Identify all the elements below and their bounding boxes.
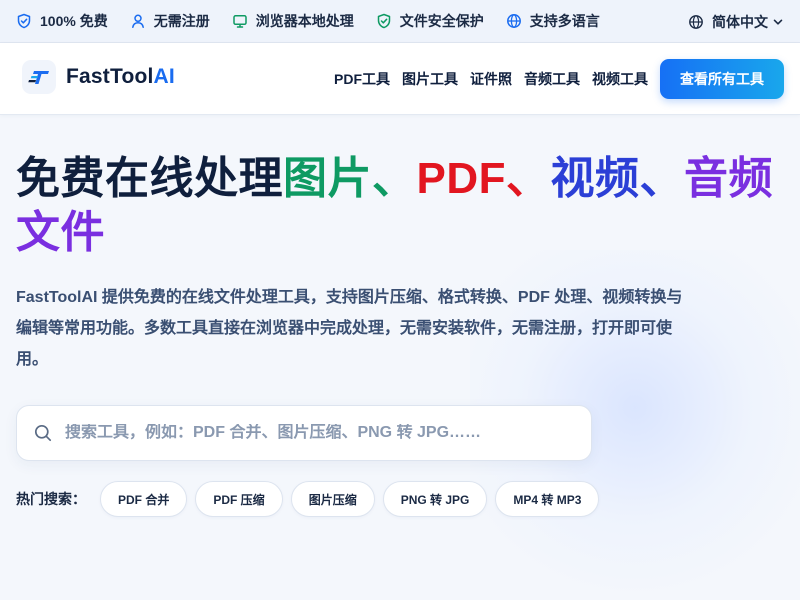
chevron-down-icon bbox=[773, 19, 783, 25]
nav-link-video-tools[interactable]: 视频工具 bbox=[592, 69, 648, 89]
nav-link-image-tools[interactable]: 图片工具 bbox=[402, 69, 458, 89]
logo-text-accent: AI bbox=[153, 65, 175, 88]
feature-label: 支持多语言 bbox=[529, 13, 600, 29]
view-all-tools-button[interactable]: 查看所有工具 bbox=[660, 59, 784, 99]
hot-search-chip[interactable]: PNG 转 JPG bbox=[382, 481, 488, 517]
nav-link-pdf-tools[interactable]: PDF工具 bbox=[334, 69, 390, 89]
hero-title-separator: 、 bbox=[372, 154, 417, 203]
hot-search-chip[interactable]: 图片压缩 bbox=[290, 481, 375, 517]
feature-bar: 100% 免费 无需注册 浏览器本地处理 文件安全保护 支持多语言 简体中文 bbox=[0, 0, 800, 43]
hot-search-chip[interactable]: MP4 转 MP3 bbox=[495, 481, 600, 517]
hot-searches-label: 热门搜索： bbox=[16, 491, 86, 507]
nav-link-audio-tools[interactable]: 音频工具 bbox=[524, 69, 580, 89]
hero-title-prefix: 免费在线处理 bbox=[16, 154, 283, 203]
logo-mark-icon bbox=[22, 60, 56, 94]
hot-search-chip[interactable]: PDF 压缩 bbox=[195, 481, 283, 517]
feature-local-processing: 浏览器本地处理 bbox=[232, 11, 354, 31]
language-label: 简体中文 bbox=[712, 13, 768, 30]
hero-title: 免费在线处理图片、PDF、视频、音频文件 bbox=[16, 152, 786, 260]
feature-label: 文件安全保护 bbox=[399, 13, 484, 29]
feature-label: 无需注册 bbox=[153, 13, 210, 29]
hero-title-separator: 、 bbox=[506, 154, 551, 203]
hero-description: FastToolAI 提供免费的在线文件处理工具，支持图片压缩、格式转换、PDF… bbox=[16, 289, 683, 368]
monitor-icon bbox=[232, 15, 247, 28]
nav-links: PDF工具 图片工具 证件照 音频工具 视频工具 bbox=[334, 43, 660, 115]
hero-title-images: 图片 bbox=[283, 154, 372, 203]
logo-text: FastToolAI bbox=[66, 65, 175, 89]
feature-free: 100% 免费 bbox=[16, 11, 108, 31]
language-selector[interactable]: 简体中文 bbox=[688, 0, 784, 43]
search-box[interactable] bbox=[16, 405, 592, 461]
globe-icon bbox=[506, 14, 521, 28]
feature-label: 100% 免费 bbox=[40, 13, 108, 29]
feature-file-security: 文件安全保护 bbox=[376, 11, 484, 31]
globe-icon bbox=[689, 14, 703, 29]
search-input[interactable] bbox=[65, 424, 565, 442]
logo-text-main: FastTool bbox=[66, 65, 154, 88]
hot-searches: 热门搜索： PDF 合并 PDF 压缩 图片压缩 PNG 转 JPG MP4 转… bbox=[16, 481, 607, 517]
hot-search-chip[interactable]: PDF 合并 bbox=[100, 481, 188, 517]
hero-title-video: 视频 bbox=[550, 154, 640, 203]
user-icon bbox=[131, 14, 144, 29]
shield-check-icon bbox=[17, 13, 31, 29]
feature-no-register: 无需注册 bbox=[130, 11, 210, 31]
site-logo[interactable]: FastToolAI bbox=[22, 60, 175, 94]
hero-title-pdf: PDF bbox=[416, 154, 506, 203]
search-icon bbox=[34, 424, 52, 442]
feature-label: 浏览器本地处理 bbox=[255, 13, 354, 29]
hero-title-separator: 、 bbox=[639, 154, 684, 203]
shield-check-icon bbox=[377, 13, 390, 29]
main-navbar: FastToolAI PDF工具 图片工具 证件照 音频工具 视频工具 查看所有… bbox=[0, 43, 800, 115]
feature-multilanguage: 支持多语言 bbox=[506, 11, 600, 31]
nav-link-id-photo[interactable]: 证件照 bbox=[470, 69, 512, 89]
